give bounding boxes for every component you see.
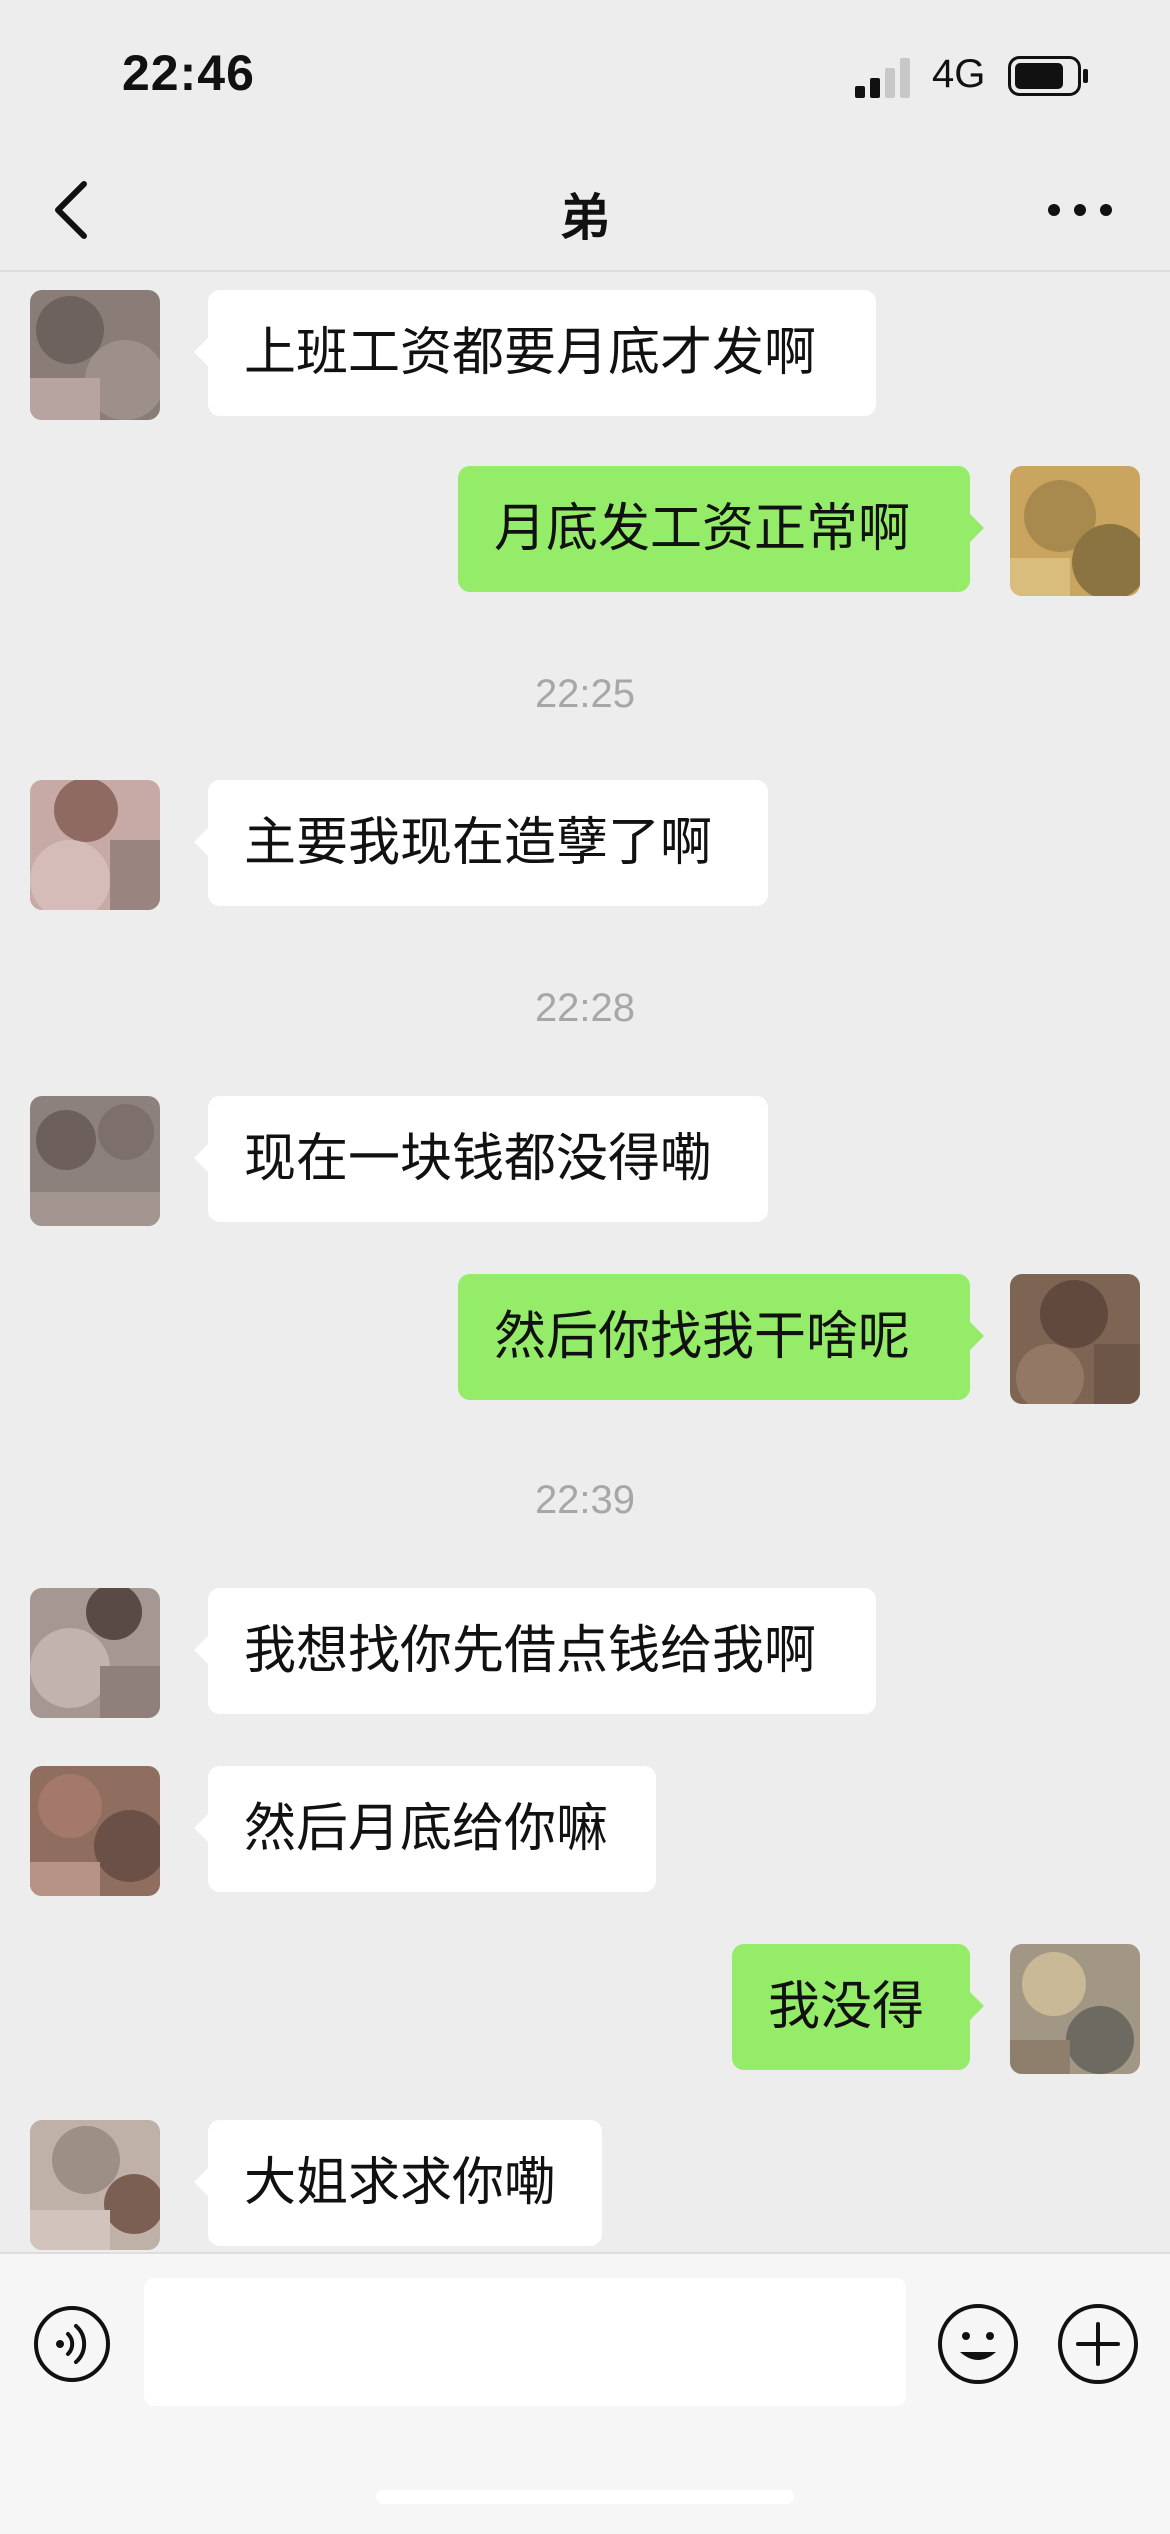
message-bubble-received[interactable]: 我想找你先借点钱给我啊 (194, 1588, 876, 1714)
chat-title: 弟 (560, 189, 610, 247)
message-timestamp: 22:28 (534, 986, 636, 1030)
input-bar (0, 2252, 1170, 2534)
user-avatar[interactable] (1010, 466, 1140, 596)
message-input[interactable] (144, 2278, 906, 2406)
message-timestamp: 22:25 (534, 672, 636, 716)
contact-avatar[interactable] (30, 780, 160, 910)
message-bubble-sent[interactable]: 然后你找我干啥呢 (458, 1274, 984, 1400)
home-indicator[interactable] (376, 2490, 794, 2504)
plus-icon[interactable] (1056, 2302, 1140, 2386)
contact-avatar[interactable] (30, 1096, 160, 1226)
voice-icon[interactable] (32, 2304, 112, 2384)
contact-avatar[interactable] (30, 1766, 160, 1896)
battery-icon (1008, 56, 1088, 96)
message-bubble-received[interactable]: 主要我现在造孽了啊 (194, 780, 768, 906)
user-avatar[interactable] (1010, 1274, 1140, 1404)
contact-avatar[interactable] (30, 1588, 160, 1718)
message-bubble-received[interactable]: 大姐求求你嘞 (194, 2120, 602, 2246)
emoji-icon[interactable] (936, 2302, 1020, 2386)
more-dots-icon[interactable] (1040, 182, 1120, 238)
chat-header: 弟 (0, 150, 1170, 272)
contact-avatar[interactable] (30, 2120, 160, 2250)
user-avatar[interactable] (1010, 1944, 1140, 2074)
signal-icon (855, 58, 910, 98)
message-bubble-sent[interactable]: 月底发工资正常啊 (458, 466, 984, 592)
message-bubble-received[interactable]: 上班工资都要月底才发啊 (194, 290, 876, 416)
message-bubble-received[interactable]: 然后月底给你嘛 (194, 1766, 656, 1892)
message-bubble-sent[interactable]: 我没得 (732, 1944, 984, 2070)
message-timestamp: 22:39 (534, 1478, 636, 1522)
status-bar: 22:46 4G (0, 0, 1170, 150)
message-bubble-received[interactable]: 现在一块钱都没得嘞 (194, 1096, 768, 1222)
network-type: 4G (932, 52, 986, 96)
status-time: 22:46 (122, 45, 255, 101)
contact-avatar[interactable] (30, 290, 160, 420)
